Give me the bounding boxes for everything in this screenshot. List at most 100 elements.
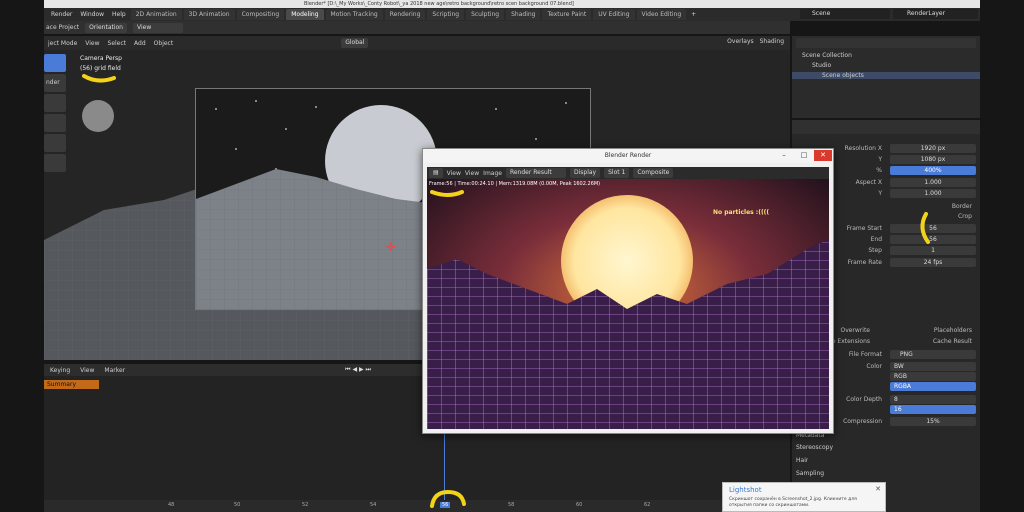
playback-controls-icon[interactable]: ⏮ ◀ ▶ ⏭ bbox=[345, 366, 371, 374]
menu-window[interactable]: Window bbox=[77, 8, 107, 21]
slot-dropdown[interactable]: Slot 1 bbox=[604, 168, 630, 178]
color-depth-8-option[interactable]: 8 bbox=[890, 395, 976, 404]
yellow-frame-circle-mark bbox=[430, 489, 466, 508]
project-label: ace Project bbox=[46, 24, 80, 31]
color-rgba-option[interactable]: RGBA bbox=[890, 382, 976, 391]
overwrite-checkbox[interactable]: Overwrite bbox=[840, 326, 870, 336]
tab-texture-paint[interactable]: Texture Paint bbox=[542, 9, 592, 20]
add-workspace-icon[interactable]: + bbox=[688, 8, 699, 21]
scene-selector[interactable]: Scene bbox=[800, 9, 890, 19]
3d-cursor-icon[interactable]: ✛ bbox=[386, 240, 400, 254]
frame-step-label: Step bbox=[868, 247, 882, 254]
close-icon[interactable]: ✕ bbox=[814, 150, 832, 161]
orientation-dropdown[interactable]: Orientation bbox=[85, 22, 127, 33]
no-particles-annotation: No particles :(((( bbox=[713, 209, 770, 216]
color-label: Color bbox=[866, 363, 882, 370]
frame-rate-dropdown[interactable]: 24 fps bbox=[890, 258, 976, 267]
frame-step-field[interactable]: 1 bbox=[890, 246, 976, 255]
resolution-x-field[interactable]: 1920 px bbox=[890, 144, 976, 153]
yellow-annotation-mark bbox=[82, 74, 116, 83]
menu-object[interactable]: Object bbox=[154, 40, 174, 47]
menu-marker[interactable]: Marker bbox=[104, 367, 125, 374]
outliner-item-scene-objects[interactable]: Scene objects bbox=[792, 72, 980, 79]
menu-render-view-2[interactable]: View bbox=[465, 170, 479, 177]
aspect-y-label: Y bbox=[878, 190, 882, 197]
render-image bbox=[427, 179, 829, 429]
outliner-search[interactable] bbox=[796, 38, 976, 48]
menu-render-view[interactable]: View bbox=[447, 170, 461, 177]
menu-render[interactable]: Render bbox=[48, 8, 75, 21]
tab-shading[interactable]: Shading bbox=[506, 9, 541, 20]
object-mode-dropdown[interactable]: ject Mode bbox=[48, 40, 77, 47]
menu-keying[interactable]: Keying bbox=[50, 367, 70, 374]
menu-view[interactable]: View bbox=[85, 40, 99, 47]
crop-checkbox-label[interactable]: Crop bbox=[958, 212, 972, 222]
sphere-gizmo bbox=[82, 100, 114, 132]
tab-3d-animation[interactable]: 3D Animation bbox=[183, 9, 235, 20]
overlays-dropdown[interactable]: Overlays bbox=[727, 38, 753, 45]
menu-select[interactable]: Select bbox=[108, 40, 127, 47]
summary-channel[interactable]: Summary bbox=[44, 380, 99, 389]
shading-dropdown[interactable]: Shading bbox=[760, 38, 784, 45]
tool-transform[interactable] bbox=[44, 154, 66, 172]
tool-render[interactable]: nder bbox=[44, 74, 66, 92]
color-depth-16-option[interactable]: 16 bbox=[890, 405, 976, 414]
compression-slider[interactable]: 15% bbox=[890, 417, 976, 426]
render-result-dropdown[interactable]: Render Result bbox=[505, 168, 566, 178]
menu-help[interactable]: Help bbox=[109, 8, 129, 21]
tab-compositing[interactable]: Compositing bbox=[236, 9, 285, 20]
tab-modeling[interactable]: Modeling bbox=[286, 9, 324, 20]
outliner-panel[interactable]: Scene Collection Studio Scene objects bbox=[792, 36, 980, 118]
view-layer-selector[interactable]: RenderLayer bbox=[893, 9, 978, 19]
notification-close-icon[interactable]: ✕ bbox=[875, 485, 881, 493]
menu-timeline-view[interactable]: View bbox=[80, 367, 94, 374]
render-result-canvas[interactable]: Frame:56 | Time:00:24.10 | Mem:1319.08M … bbox=[427, 179, 829, 429]
tick-58: 58 bbox=[508, 502, 515, 508]
color-bw-option[interactable]: BW bbox=[890, 362, 976, 371]
sampling-section[interactable]: Sampling bbox=[796, 470, 824, 477]
transform-orientation-dropdown[interactable]: Global bbox=[341, 38, 369, 48]
cache-result-checkbox[interactable]: Cache Result bbox=[933, 337, 972, 347]
tool-rotate[interactable] bbox=[44, 114, 66, 132]
aspect-y-field[interactable]: 1.000 bbox=[890, 189, 976, 198]
outliner-item-studio[interactable]: Studio bbox=[812, 62, 831, 69]
lightshot-notification[interactable]: Lightshot ✕ Скриншот сохранён в Screensh… bbox=[722, 482, 886, 512]
border-checkbox-label[interactable]: Border bbox=[952, 202, 972, 212]
view-dropdown[interactable]: View bbox=[132, 22, 183, 33]
aspect-x-field[interactable]: 1.000 bbox=[890, 178, 976, 187]
tool-scale[interactable] bbox=[44, 134, 66, 152]
image-editor-type-icon[interactable]: ▤ bbox=[429, 168, 443, 178]
tool-select[interactable] bbox=[44, 54, 66, 72]
tab-sculpting[interactable]: Sculpting bbox=[466, 9, 505, 20]
composite-dropdown[interactable]: Composite bbox=[633, 168, 674, 178]
hair-section[interactable]: Hair bbox=[796, 457, 808, 464]
minimize-icon[interactable]: – bbox=[775, 150, 793, 161]
viewport-header: ject Mode View Select Add Object Global … bbox=[44, 36, 790, 50]
frame-ruler[interactable]: 48 50 52 54 56 58 60 62 bbox=[44, 500, 790, 512]
resolution-percent-field[interactable]: 400% bbox=[890, 166, 976, 175]
file-format-dropdown[interactable]: PNG bbox=[890, 350, 976, 359]
window-title-bar: Blender* [D:\_My Works\_Conty Robot\_ya … bbox=[44, 0, 980, 8]
stereoscopy-section[interactable]: Stereoscopy bbox=[796, 444, 833, 451]
maximize-icon[interactable]: □ bbox=[795, 150, 813, 161]
placeholders-checkbox[interactable]: Placeholders bbox=[934, 326, 972, 336]
menu-render-image[interactable]: Image bbox=[483, 170, 502, 177]
menu-add[interactable]: Add bbox=[134, 40, 146, 47]
tab-video-editing[interactable]: Video Editing bbox=[636, 9, 687, 20]
tab-2d-animation[interactable]: 2D Animation bbox=[130, 9, 182, 20]
tab-motion-tracking[interactable]: Motion Tracking bbox=[325, 9, 383, 20]
frame-rate-label: Frame Rate bbox=[847, 259, 882, 266]
tick-50: 50 bbox=[234, 502, 241, 508]
tab-scripting[interactable]: Scripting bbox=[427, 9, 465, 20]
properties-tabs[interactable] bbox=[792, 120, 980, 134]
color-rgb-option[interactable]: RGB bbox=[890, 372, 976, 381]
resolution-y-field[interactable]: 1080 px bbox=[890, 155, 976, 164]
outliner-item-scene-collection[interactable]: Scene Collection bbox=[802, 52, 852, 59]
tab-uv-editing[interactable]: UV Editing bbox=[593, 9, 635, 20]
tab-rendering[interactable]: Rendering bbox=[384, 9, 426, 20]
tool-move[interactable] bbox=[44, 94, 66, 112]
frame-end-label: End bbox=[870, 236, 882, 243]
render-window[interactable]: Blender Render – □ ✕ ▤ View View Image R… bbox=[422, 148, 834, 434]
display-dropdown[interactable]: Display bbox=[569, 168, 601, 178]
resolution-y-label: Y bbox=[878, 156, 882, 163]
